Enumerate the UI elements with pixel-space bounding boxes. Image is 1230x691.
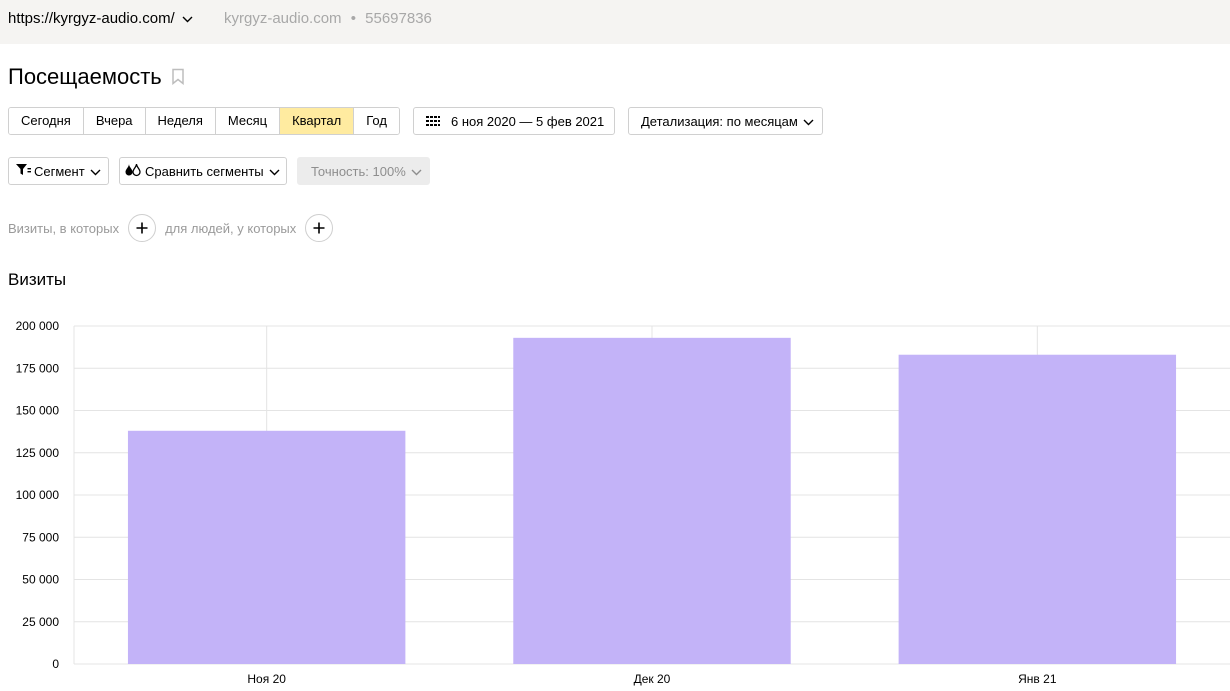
bar[interactable] bbox=[898, 354, 1177, 664]
add-people-condition-button[interactable] bbox=[305, 214, 334, 242]
plus-icon bbox=[313, 222, 325, 234]
period-button[interactable]: Год bbox=[354, 108, 399, 134]
y-tick-label: 125 000 bbox=[16, 446, 60, 460]
y-tick-label: 100 000 bbox=[16, 488, 60, 502]
date-range-label: 6 ноя 2020 — 5 фев 2021 bbox=[451, 113, 605, 129]
bookmark-icon[interactable] bbox=[171, 68, 185, 90]
y-tick-label: 200 000 bbox=[16, 319, 60, 333]
accuracy-label: Точность: 100% bbox=[311, 163, 406, 179]
section-title: Визиты bbox=[8, 270, 67, 289]
chevron-down-icon bbox=[182, 10, 193, 27]
bar[interactable] bbox=[127, 430, 406, 664]
y-tick-label: 50 000 bbox=[22, 573, 59, 587]
chevron-down-icon bbox=[411, 164, 422, 179]
compare-segments-icon bbox=[124, 163, 142, 180]
filter-funnel-icon bbox=[16, 163, 31, 179]
y-tick-label: 0 bbox=[52, 657, 59, 671]
visits-condition-label: Визиты, в которых bbox=[8, 220, 120, 236]
site-meta: kyrgyz-audio.com • 55697836 bbox=[224, 10, 432, 27]
people-condition-label: для людей, у которых bbox=[165, 220, 297, 236]
y-tick-label: 175 000 bbox=[16, 361, 60, 375]
y-tick-label: 150 000 bbox=[16, 404, 60, 418]
separator-dot: • bbox=[350, 10, 356, 27]
site-domain: kyrgyz-audio.com bbox=[224, 10, 342, 27]
compare-label: Сравнить сегменты bbox=[145, 163, 264, 179]
segment-button[interactable]: Сегмент bbox=[8, 157, 109, 185]
x-tick-label: Ноя 20 bbox=[247, 672, 286, 686]
period-selector: Сегодня Вчера Неделя Месяц Квартал Год bbox=[8, 107, 400, 135]
accuracy-dropdown[interactable]: Точность: 100% bbox=[297, 157, 430, 185]
site-url: https://kyrgyz-audio.com/ bbox=[8, 10, 175, 27]
x-tick-label: Янв 21 bbox=[1018, 672, 1057, 686]
visits-bar-chart: 0 25 000 50 000 75 000 100 000 125 000 150 000… bbox=[16, 319, 1230, 686]
top-bar: https://kyrgyz-audio.com/ kyrgyz-audio.c… bbox=[0, 0, 1230, 44]
chevron-down-icon bbox=[269, 164, 280, 179]
date-range-button[interactable]: 6 ноя 2020 — 5 фев 2021 bbox=[413, 107, 615, 135]
filter-row: Визиты, в которых для людей, у которых bbox=[8, 214, 334, 242]
chevron-down-icon bbox=[90, 164, 101, 179]
period-button[interactable]: Квартал bbox=[280, 108, 355, 134]
x-tick-label: Дек 20 bbox=[634, 672, 671, 686]
period-button[interactable]: Сегодня bbox=[9, 108, 84, 134]
detail-label: Детализация: по месяцам bbox=[641, 113, 798, 129]
chevron-down-icon bbox=[803, 114, 814, 129]
y-tick-label: 25 000 bbox=[22, 615, 59, 629]
site-selector[interactable]: https://kyrgyz-audio.com/ bbox=[8, 10, 193, 27]
segment-label: Сегмент bbox=[34, 163, 85, 179]
detail-dropdown[interactable]: Детализация: по месяцам bbox=[628, 107, 823, 135]
compare-segments-button[interactable]: Сравнить сегменты bbox=[119, 157, 287, 185]
counter-id: 55697836 bbox=[365, 10, 432, 27]
add-visits-condition-button[interactable] bbox=[128, 214, 157, 242]
calendar-grid-icon bbox=[426, 114, 440, 129]
period-button[interactable]: Вчера bbox=[83, 108, 146, 134]
y-tick-label: 75 000 bbox=[22, 530, 59, 544]
plus-icon bbox=[136, 222, 148, 234]
page-title-row: Посещаемость bbox=[8, 64, 185, 90]
bar[interactable] bbox=[513, 337, 791, 664]
page-title: Посещаемость bbox=[8, 64, 162, 89]
period-button[interactable]: Месяц bbox=[215, 108, 281, 134]
period-button[interactable]: Неделя bbox=[145, 108, 216, 134]
